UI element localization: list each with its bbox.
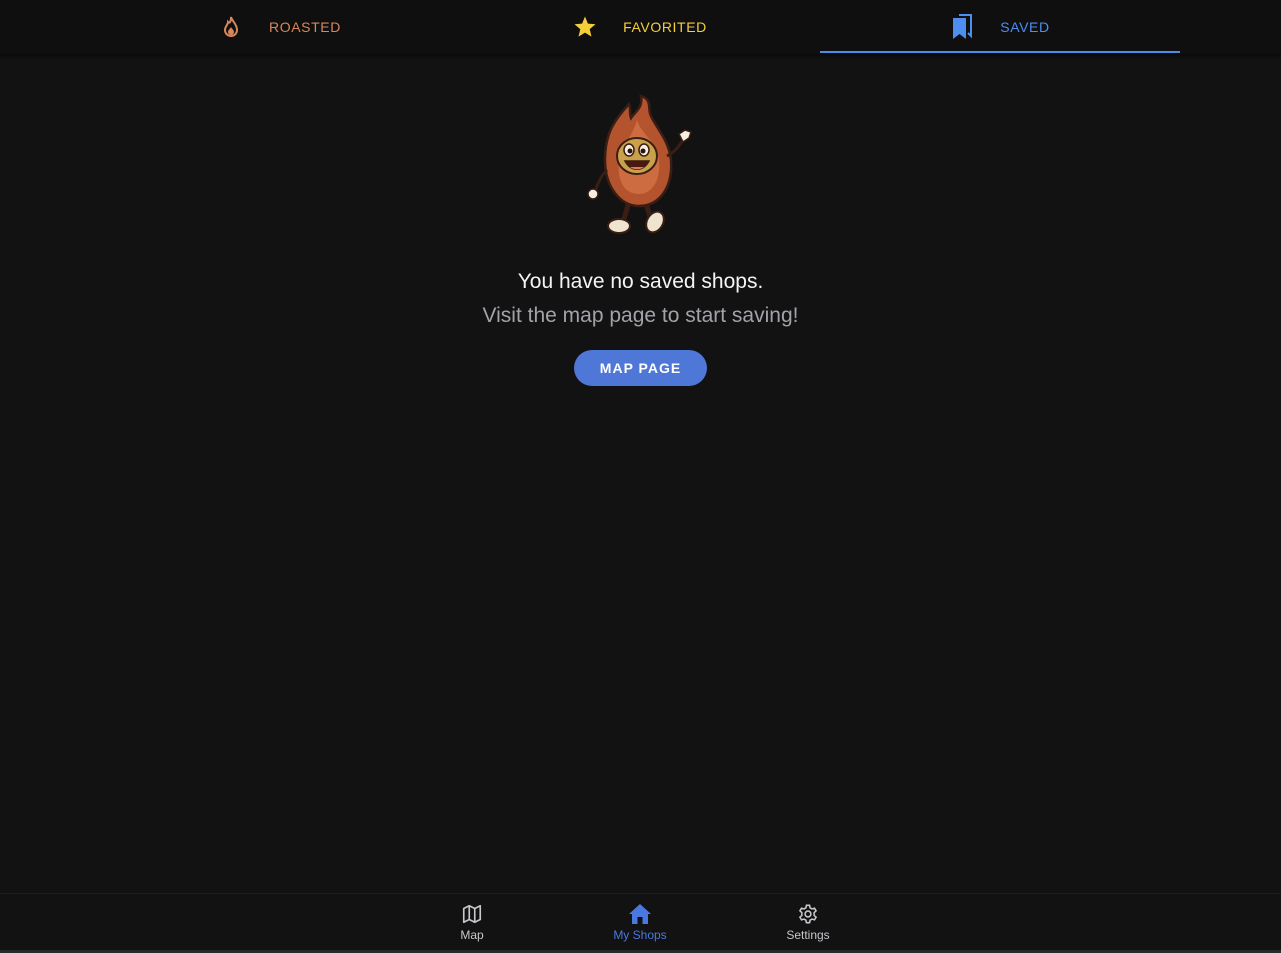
nav-my-shops-label: My Shops — [613, 928, 667, 942]
nav-item-my-shops[interactable]: My Shops — [580, 902, 700, 942]
nav-item-settings[interactable]: Settings — [748, 902, 868, 942]
flame-mascot-illustration — [586, 94, 692, 234]
nav-settings-label: Settings — [786, 928, 830, 942]
app-window: ROASTED FAVORITED SAVED You have no save… — [0, 0, 1281, 953]
home-icon — [628, 902, 652, 926]
tab-saved-label: SAVED — [1000, 19, 1050, 35]
tab-saved[interactable]: SAVED — [820, 0, 1180, 54]
gear-icon — [796, 902, 820, 926]
empty-headline: You have no saved shops. — [517, 270, 764, 293]
map-icon — [460, 902, 484, 926]
empty-subline: Visit the map page to start saving! — [482, 304, 799, 327]
bookmarks-icon — [950, 14, 974, 39]
flame-icon — [219, 15, 243, 39]
empty-state: You have no saved shops. Visit the map p… — [0, 90, 1281, 386]
nav-item-map[interactable]: Map — [412, 902, 532, 942]
nav-map-label: Map — [460, 928, 484, 942]
map-page-button[interactable]: MAP PAGE — [574, 350, 707, 386]
tab-roasted[interactable]: ROASTED — [100, 0, 460, 54]
tab-favorited-label: FAVORITED — [623, 19, 707, 35]
tab-favorited[interactable]: FAVORITED — [460, 0, 820, 54]
top-tab-bar: ROASTED FAVORITED SAVED — [0, 0, 1281, 54]
tab-roasted-label: ROASTED — [269, 19, 341, 35]
star-icon — [573, 15, 597, 39]
bottom-nav: Map My Shops Settings — [0, 893, 1281, 951]
